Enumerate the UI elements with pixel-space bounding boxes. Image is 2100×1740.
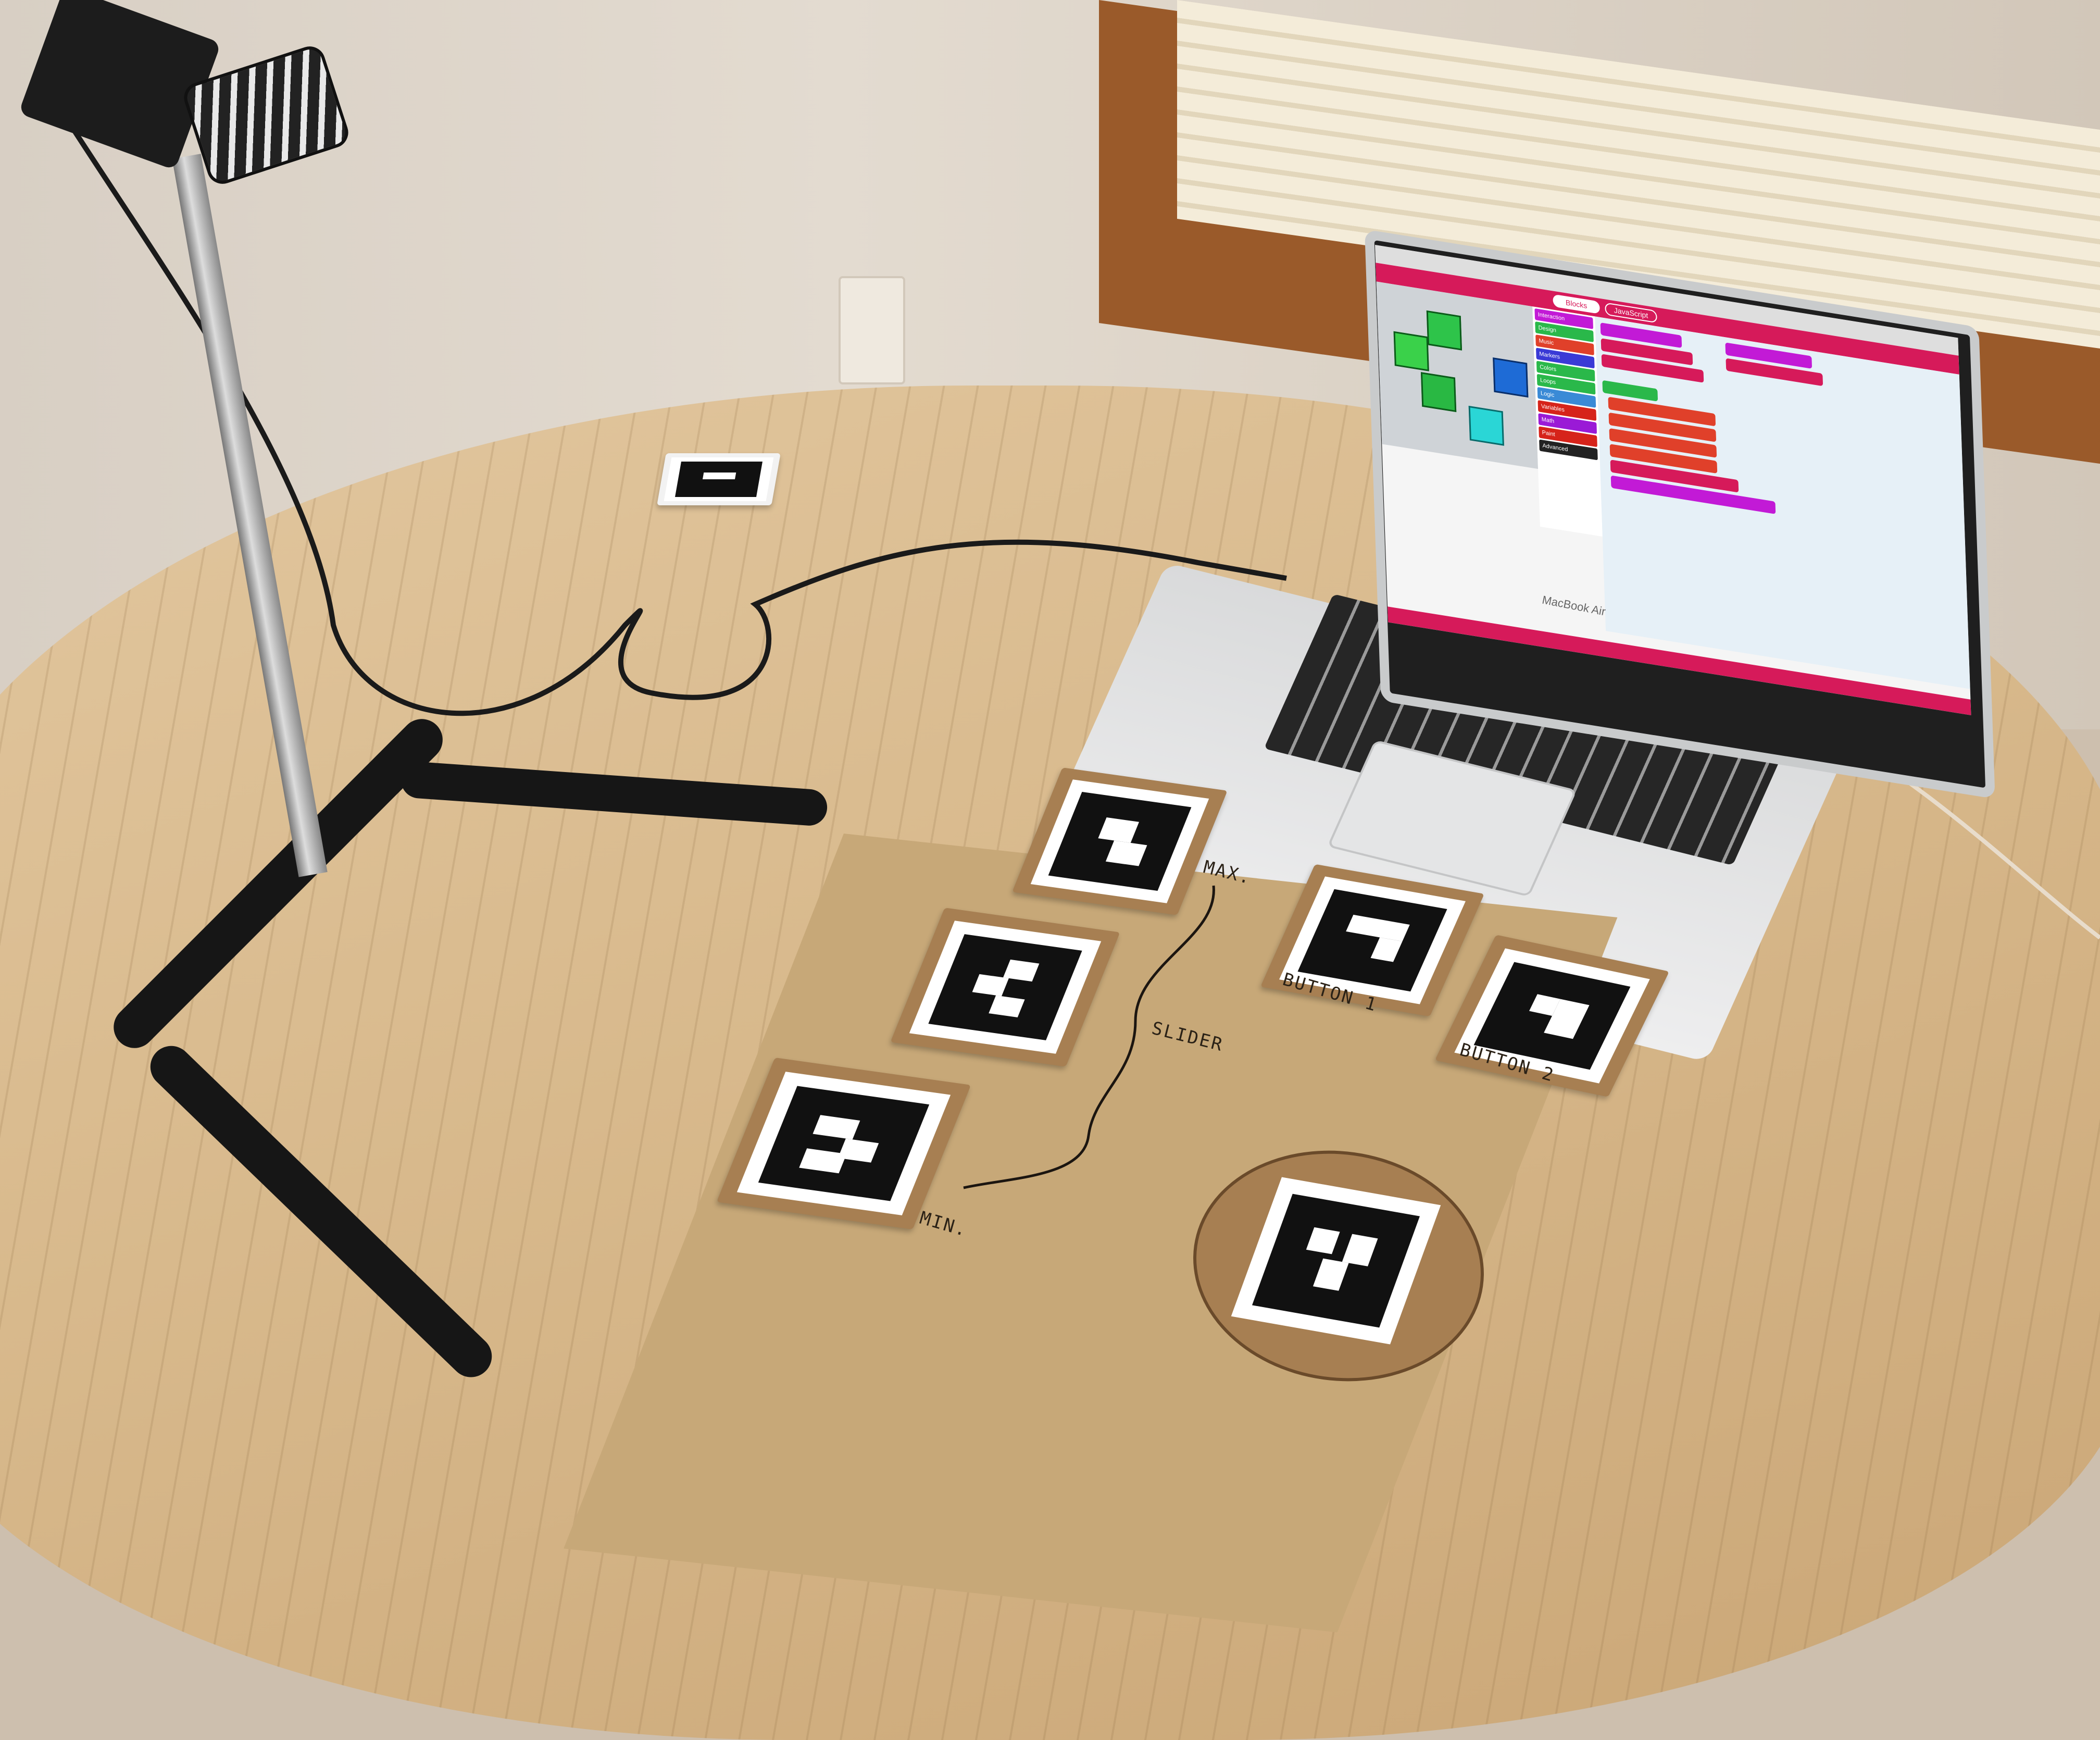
photo-scene: Blocks JavaScript Interaction Design Mus… [0, 0, 2100, 1740]
slider-line [963, 885, 1215, 1189]
marker-min [736, 1072, 951, 1215]
marker-pattern [1297, 889, 1447, 992]
marker-pattern [1252, 1194, 1420, 1328]
marker-max [1030, 779, 1209, 903]
marker-pattern [1048, 792, 1191, 891]
marker-pattern [928, 934, 1082, 1041]
marker-slider [909, 921, 1102, 1054]
marker-pattern [758, 1086, 930, 1201]
